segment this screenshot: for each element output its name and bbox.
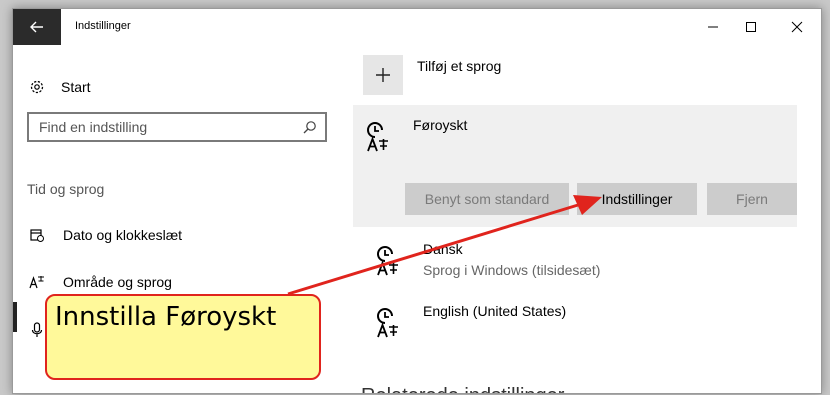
annotation-callout: Innstilla Føroyskt bbox=[45, 294, 321, 380]
callout-text: Innstilla Føroyskt bbox=[55, 302, 277, 332]
